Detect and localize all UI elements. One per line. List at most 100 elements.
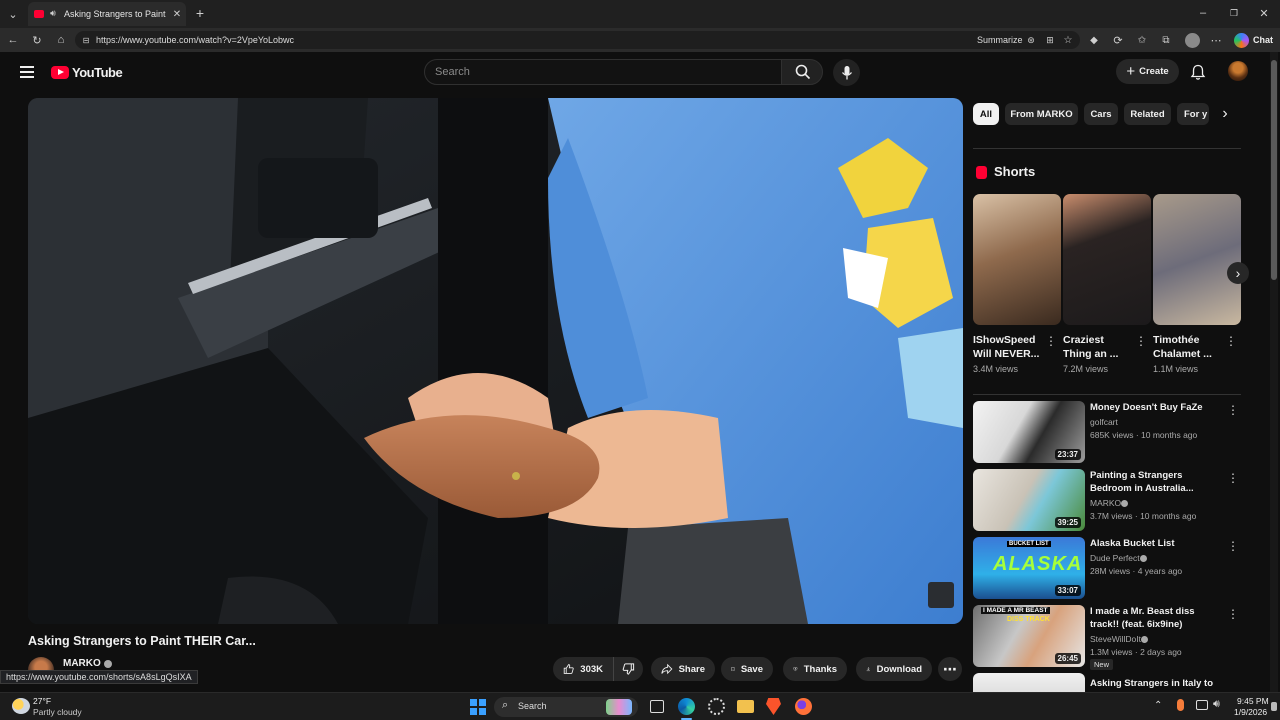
profile-avatar[interactable] — [1185, 33, 1200, 48]
back-icon[interactable]: ← — [6, 33, 20, 47]
new-tab-icon[interactable]: + — [193, 5, 207, 21]
account-avatar[interactable] — [1228, 61, 1248, 81]
file-explorer-icon[interactable] — [737, 700, 754, 713]
clock-date[interactable]: 1/9/2026 — [1234, 707, 1267, 717]
dislike-button[interactable] — [613, 657, 643, 681]
share-button[interactable]: Share — [651, 657, 715, 681]
short-card[interactable]: Timothée Chalamet ... 1.1M views ⋮ — [1153, 194, 1241, 374]
short-thumbnail — [1153, 194, 1241, 325]
tab-list-icon[interactable]: ⌄ — [6, 7, 20, 21]
youtube-play-icon — [51, 65, 69, 79]
more-vertical-icon[interactable]: ⋮ — [1227, 403, 1239, 417]
search-button[interactable] — [781, 59, 823, 85]
network-icon[interactable] — [1196, 700, 1208, 710]
hamburger-menu-icon[interactable] — [20, 66, 34, 78]
split-screen-icon[interactable]: ⊞ — [1044, 34, 1056, 46]
firefox-icon[interactable] — [795, 698, 812, 715]
brave-browser-icon[interactable] — [766, 698, 781, 715]
chips-next-chevron-icon[interactable]: › — [1212, 103, 1238, 125]
more-menu-icon[interactable]: ⋯ — [1209, 33, 1223, 47]
download-button[interactable]: Download — [856, 657, 932, 681]
extension-icon[interactable]: ◆ — [1087, 33, 1101, 47]
voice-search-button[interactable] — [833, 59, 860, 86]
copilot-icon[interactable] — [1234, 33, 1249, 48]
create-button[interactable]: + Create — [1116, 59, 1179, 84]
summarize-label[interactable]: Summarize — [977, 35, 1023, 45]
speaker-icon[interactable]: 🔊︎ — [47, 7, 59, 19]
chip-related[interactable]: Related — [1124, 103, 1171, 125]
page-scrollbar-thumb[interactable] — [1271, 60, 1277, 280]
weather-icon[interactable] — [12, 698, 30, 714]
more-vertical-icon[interactable]: ⋮ — [1227, 607, 1239, 621]
collections-icon[interactable]: ⧉ — [1159, 33, 1173, 47]
short-card[interactable]: Craziest Thing an ... 7.2M views ⋮ — [1063, 194, 1151, 374]
short-menu-icon[interactable]: ⋮ — [1045, 334, 1057, 348]
clock-time[interactable]: 9:45 PM — [1237, 696, 1269, 706]
favorites-icon[interactable]: ✩ — [1135, 33, 1149, 47]
task-view-icon[interactable] — [650, 700, 664, 713]
video-frame — [28, 98, 963, 624]
more-vertical-icon[interactable]: ⋮ — [1227, 539, 1239, 553]
search-icon — [795, 64, 811, 80]
notification-center-icon[interactable] — [1271, 702, 1277, 711]
shorts-logo-icon — [976, 166, 987, 179]
taskbar-search[interactable]: ⌕ Search — [494, 697, 638, 717]
channel-name[interactable]: MARKO — [63, 658, 101, 669]
short-title: Craziest Thing an ... — [1063, 334, 1119, 360]
chat-label[interactable]: Chat — [1253, 35, 1273, 45]
windows-start-icon[interactable] — [470, 699, 486, 715]
short-views: 1.1M views — [1153, 364, 1199, 374]
save-button[interactable]: Save — [721, 657, 773, 681]
list-item[interactable]: Asking Strangers in Italy to — [973, 673, 1245, 692]
shorts-next-chevron-icon[interactable]: › — [1227, 262, 1249, 284]
edge-browser-icon[interactable] — [678, 698, 695, 715]
channel-name[interactable]: SteveWillDoIt — [1090, 634, 1141, 644]
copilot-summarize-icon[interactable]: ⊛ — [1025, 34, 1037, 46]
chip-from-marko[interactable]: From MARKO — [1005, 103, 1078, 125]
new-badge: New — [1090, 659, 1114, 670]
more-actions-button[interactable]: ⋯ — [938, 657, 962, 681]
reload-icon[interactable]: ↻ — [30, 33, 44, 47]
status-url-tooltip: https://www.youtube.com/shorts/sA8sLgQsI… — [0, 670, 198, 684]
volume-icon[interactable]: 🔊︎ — [1213, 698, 1220, 711]
video-meta: 685K views · 10 months ago — [1090, 430, 1198, 440]
tab-close-icon[interactable]: ✕ — [171, 8, 183, 20]
short-menu-icon[interactable]: ⋮ — [1225, 334, 1237, 348]
video-player[interactable] — [28, 98, 963, 624]
video-title: Asking Strangers in Italy to — [1090, 678, 1213, 689]
microphone-tray-icon[interactable] — [1177, 699, 1184, 711]
minimize-icon[interactable]: – — [1196, 6, 1210, 20]
list-item[interactable]: 39:25 Painting a Strangers Bedroom in Au… — [973, 469, 1245, 531]
chip-all[interactable]: All — [973, 103, 999, 125]
restore-icon[interactable]: ❐ — [1227, 6, 1241, 20]
browser-tab[interactable]: 🔊︎ Asking Strangers to Paint THEIR ✕ — [28, 2, 186, 26]
like-button[interactable]: 303K — [553, 657, 613, 681]
short-card[interactable]: IShowSpeed Will NEVER... 3.4M views ⋮ — [973, 194, 1061, 374]
list-item[interactable]: 23:37 Money Doesn't Buy FaZe golfcart 68… — [973, 401, 1245, 463]
address-bar[interactable]: ⊟ https://www.youtube.com/watch?v=2VpeYo… — [75, 31, 1080, 49]
channel-name[interactable]: MARKO — [1090, 498, 1121, 508]
chip-cars[interactable]: Cars — [1084, 103, 1118, 125]
list-item[interactable]: BUCKET LIST ALASKA 33:07 Alaska Bucket L… — [973, 537, 1245, 599]
chip-for-you[interactable]: For y — [1177, 103, 1209, 125]
video-title: Money Doesn't Buy FaZe — [1090, 402, 1203, 413]
search-input[interactable]: Search — [424, 59, 782, 85]
short-views: 3.4M views — [973, 364, 1019, 374]
notifications-bell-icon[interactable] — [1190, 64, 1206, 81]
video-title: I made a Mr. Beast diss track!! (feat. 6… — [1090, 606, 1195, 630]
thanks-button[interactable]: $ Thanks — [783, 657, 847, 681]
hidden-icons-chevron-icon[interactable]: ⌃ — [1154, 700, 1162, 711]
favorite-star-icon[interactable]: ☆ — [1062, 34, 1074, 46]
home-icon[interactable]: ⌂ — [54, 33, 68, 47]
short-menu-icon[interactable]: ⋮ — [1135, 334, 1147, 348]
more-vertical-icon[interactable]: ⋮ — [1227, 471, 1239, 485]
video-duration: 39:25 — [1054, 517, 1081, 528]
site-info-icon[interactable]: ⊟ — [80, 34, 92, 46]
channel-name[interactable]: golfcart — [1090, 417, 1118, 427]
sync-icon[interactable]: ⟳ — [1111, 33, 1125, 47]
channel-name[interactable]: Dude Perfect — [1090, 553, 1140, 563]
list-item[interactable]: I MADE A MR BEAST DISS TRACK 26:45 I mad… — [973, 605, 1245, 670]
youtube-logo[interactable]: YouTube — [51, 64, 123, 80]
window-close-icon[interactable]: ✕ — [1257, 6, 1271, 20]
settings-icon[interactable] — [708, 698, 725, 715]
